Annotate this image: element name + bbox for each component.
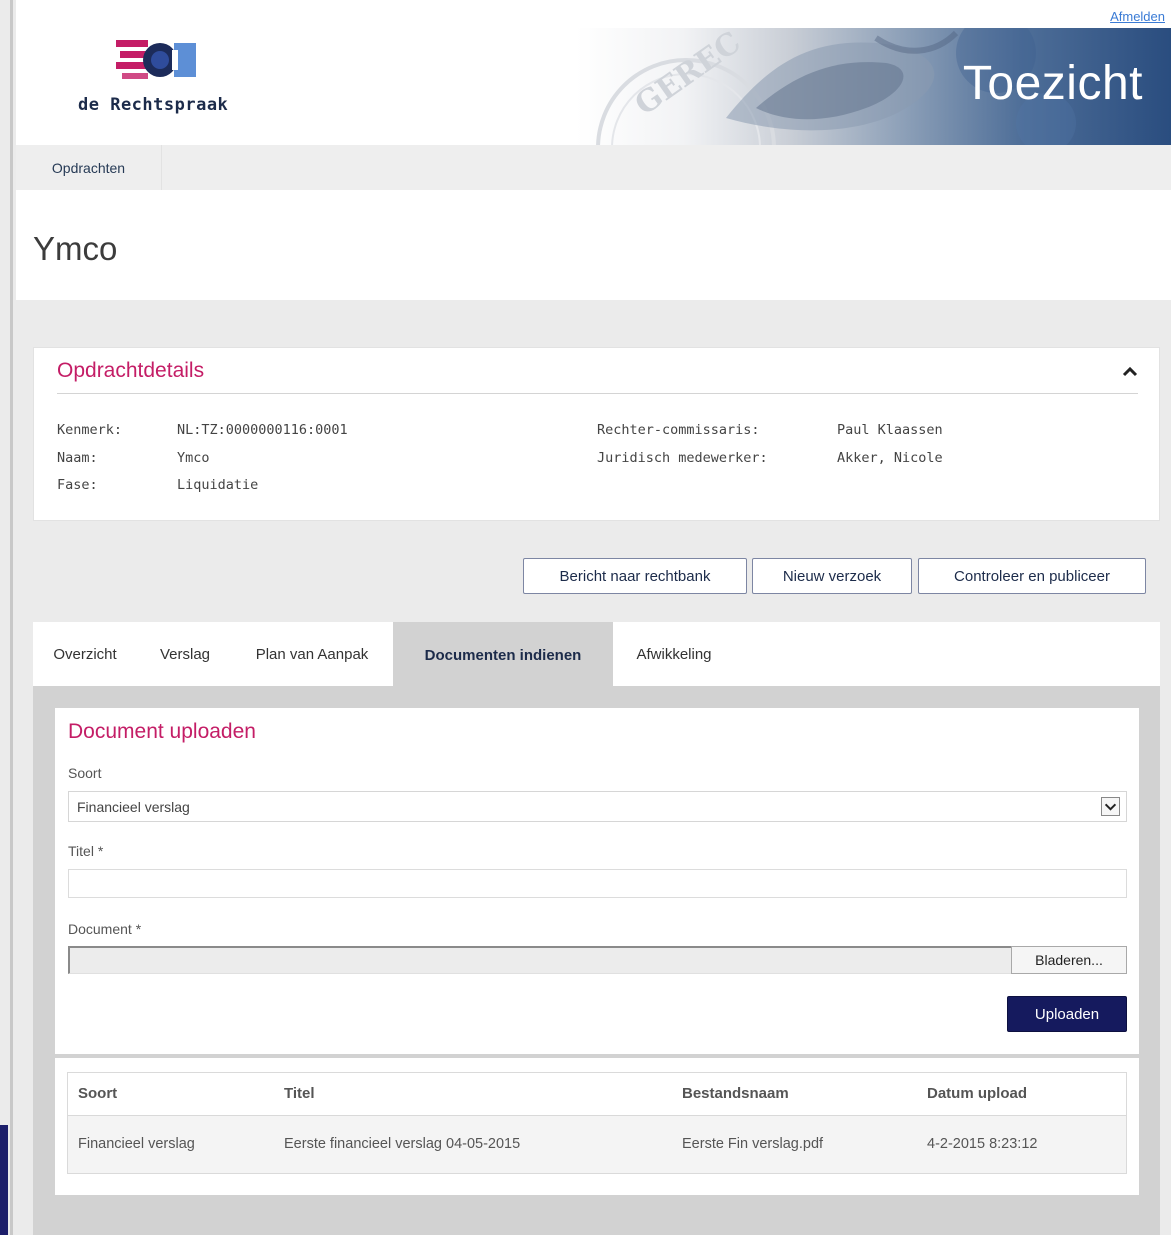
taskbar-edge xyxy=(0,1125,8,1235)
banner-seal-text: GEREC xyxy=(629,28,748,123)
fase-value: Liquidatie xyxy=(177,477,259,493)
controleer-en-publiceer-button[interactable]: Controleer en publiceer xyxy=(918,558,1146,594)
page-title-area: Ymco xyxy=(16,190,1171,300)
column-header-bestandsnaam[interactable]: Bestandsnaam xyxy=(682,1085,789,1102)
cell-datum-upload: 4-2-2015 8:23:12 xyxy=(927,1136,1038,1152)
opdrachtdetails-panel: Opdrachtdetails Kenmerk: NL:TZ:000000011… xyxy=(33,347,1160,521)
logout-link[interactable]: Afmelden xyxy=(1110,9,1165,24)
naam-value: Ymco xyxy=(177,450,210,466)
nav-item-opdrachten[interactable]: Opdrachten xyxy=(16,145,162,190)
document-upload-form: Document uploaden Soort Financieel versl… xyxy=(55,708,1139,1054)
juridisch-medewerker-label: Juridisch medewerker: xyxy=(597,450,768,466)
column-header-titel[interactable]: Titel xyxy=(284,1085,315,1102)
table-row[interactable]: Financieel verslag Eerste financieel ver… xyxy=(68,1116,1126,1173)
nieuw-verzoek-button[interactable]: Nieuw verzoek xyxy=(752,558,912,594)
upload-form-title: Document uploaden xyxy=(68,720,256,743)
left-border xyxy=(10,0,13,1235)
column-header-soort[interactable]: Soort xyxy=(78,1085,117,1102)
documents-table-card: Soort Titel Bestandsnaam Datum upload Fi… xyxy=(55,1058,1139,1195)
kenmerk-value: NL:TZ:0000000116:0001 xyxy=(177,422,348,438)
soort-select[interactable]: Financieel verslag xyxy=(68,791,1127,822)
tab-afwikkeling[interactable]: Afwikkeling xyxy=(621,622,727,686)
titel-label: Titel * xyxy=(68,843,104,859)
uploaden-button[interactable]: Uploaden xyxy=(1007,996,1127,1032)
tab-bar: Overzicht Verslag Plan van Aanpak Docume… xyxy=(33,622,1160,688)
tab-plan-van-aanpak[interactable]: Plan van Aanpak xyxy=(237,622,387,686)
cell-bestandsnaam[interactable]: Eerste Fin verslag.pdf xyxy=(682,1136,823,1152)
cell-soort: Financieel verslag xyxy=(78,1136,195,1152)
column-header-datum-upload[interactable]: Datum upload xyxy=(927,1085,1027,1102)
chevron-up-icon[interactable] xyxy=(1119,361,1141,383)
main-nav: Opdrachten xyxy=(16,145,1171,190)
tab-documenten-indienen[interactable]: Documenten indienen xyxy=(393,622,613,688)
rechtspraak-logo-icon xyxy=(116,40,196,79)
document-label: Document * xyxy=(68,921,142,937)
table-header-row: Soort Titel Bestandsnaam Datum upload xyxy=(68,1073,1126,1116)
titel-input[interactable] xyxy=(68,869,1127,898)
rechter-commissaris-value: Paul Klaassen xyxy=(837,422,943,438)
soort-label: Soort xyxy=(68,765,102,781)
soort-select-value: Financieel verslag xyxy=(77,799,190,815)
juridisch-medewerker-value: Akker, Nicole xyxy=(837,450,943,466)
cell-titel: Eerste financieel verslag 04-05-2015 xyxy=(284,1136,521,1152)
document-file-input[interactable] xyxy=(68,946,1011,974)
page-title: Ymco xyxy=(33,230,118,267)
panel-divider xyxy=(57,393,1138,394)
kenmerk-label: Kenmerk: xyxy=(57,422,123,438)
tab-overzicht[interactable]: Overzicht xyxy=(39,622,131,686)
toezicht-banner: GEREC Toezicht xyxy=(576,28,1171,145)
bladeren-button[interactable]: Bladeren... xyxy=(1011,946,1127,974)
logo-text: de Rechtspraak xyxy=(78,95,229,115)
documents-table: Soort Titel Bestandsnaam Datum upload Fi… xyxy=(67,1072,1127,1174)
rechter-commissaris-label: Rechter-commissaris: xyxy=(597,422,760,438)
naam-label: Naam: xyxy=(57,450,98,466)
site-header: de Rechtspraak GEREC Toezicht Afmelden xyxy=(16,0,1171,145)
fase-label: Fase: xyxy=(57,477,98,493)
banner-title: Toezicht xyxy=(962,57,1143,110)
panel-title: Opdrachtdetails xyxy=(57,359,205,382)
tab-verslag[interactable]: Verslag xyxy=(145,622,225,686)
chevron-down-icon[interactable] xyxy=(1101,797,1120,816)
bericht-naar-rechtbank-button[interactable]: Bericht naar rechtbank xyxy=(523,558,747,594)
app-window: de Rechtspraak GEREC Toezicht Afmelden O… xyxy=(0,0,1171,1235)
